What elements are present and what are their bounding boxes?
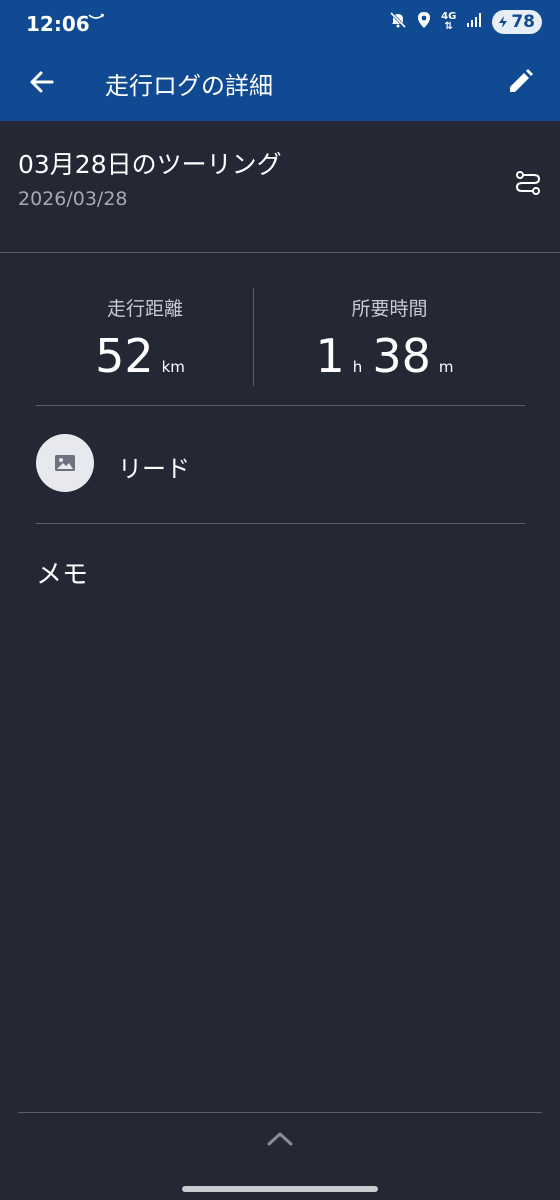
location-icon	[417, 11, 431, 33]
duration-hours-unit: h	[352, 358, 363, 376]
status-bar: 12:06 4G ⇅ 78	[0, 0, 560, 50]
status-time: 12:06	[26, 12, 90, 36]
route-button[interactable]	[512, 167, 544, 199]
divider	[18, 1112, 542, 1113]
edit-button[interactable]	[502, 64, 538, 100]
battery-level: 78	[511, 12, 535, 32]
chevron-up-icon	[267, 1132, 293, 1146]
back-button[interactable]	[24, 64, 60, 100]
divider	[0, 252, 560, 253]
route-icon	[515, 171, 541, 195]
pencil-icon	[510, 69, 533, 92]
amazon-smile-icon	[88, 10, 105, 26]
status-icons: 4G ⇅ 78	[389, 10, 542, 34]
divider	[36, 405, 525, 406]
arrow-back-icon	[30, 71, 54, 93]
memo-label: メモ	[36, 560, 89, 590]
divider	[36, 523, 525, 524]
duration-minutes-unit: m	[438, 358, 454, 376]
log-date: 2026/03/28	[18, 188, 128, 210]
mute-icon	[389, 11, 407, 33]
avatar	[36, 434, 94, 492]
duration-hours: 1	[315, 329, 345, 383]
app-bar: 走行ログの詳細	[0, 50, 560, 121]
signal-icon	[466, 12, 482, 32]
image-placeholder-icon	[55, 455, 75, 471]
duration-minutes: 38	[372, 329, 431, 383]
log-header: 03月28日のツーリング 2026/03/28	[0, 121, 560, 252]
duration-value-row: 1 h 38 m	[254, 329, 525, 383]
distance-value-row: 52 km	[36, 329, 254, 383]
battery-icon: 78	[492, 10, 542, 34]
distance-stat: 走行距離 52 km	[36, 288, 254, 383]
duration-stat: 所要時間 1 h 38 m	[254, 288, 525, 383]
rider-row[interactable]: リード	[36, 433, 525, 493]
duration-label: 所要時間	[351, 298, 428, 320]
stats-panel: 走行距離 52 km 所要時間 1 h 38 m	[36, 288, 525, 386]
expand-button[interactable]	[262, 1124, 298, 1154]
gesture-nav-handle[interactable]	[182, 1186, 378, 1192]
distance-label: 走行距離	[106, 298, 183, 320]
log-title: 03月28日のツーリング	[18, 150, 282, 179]
page-title: 走行ログの詳細	[105, 72, 273, 100]
network-type: 4G ⇅	[441, 11, 457, 32]
distance-value: 52	[95, 329, 154, 383]
distance-unit: km	[161, 358, 185, 376]
rider-name: リード	[118, 455, 190, 483]
